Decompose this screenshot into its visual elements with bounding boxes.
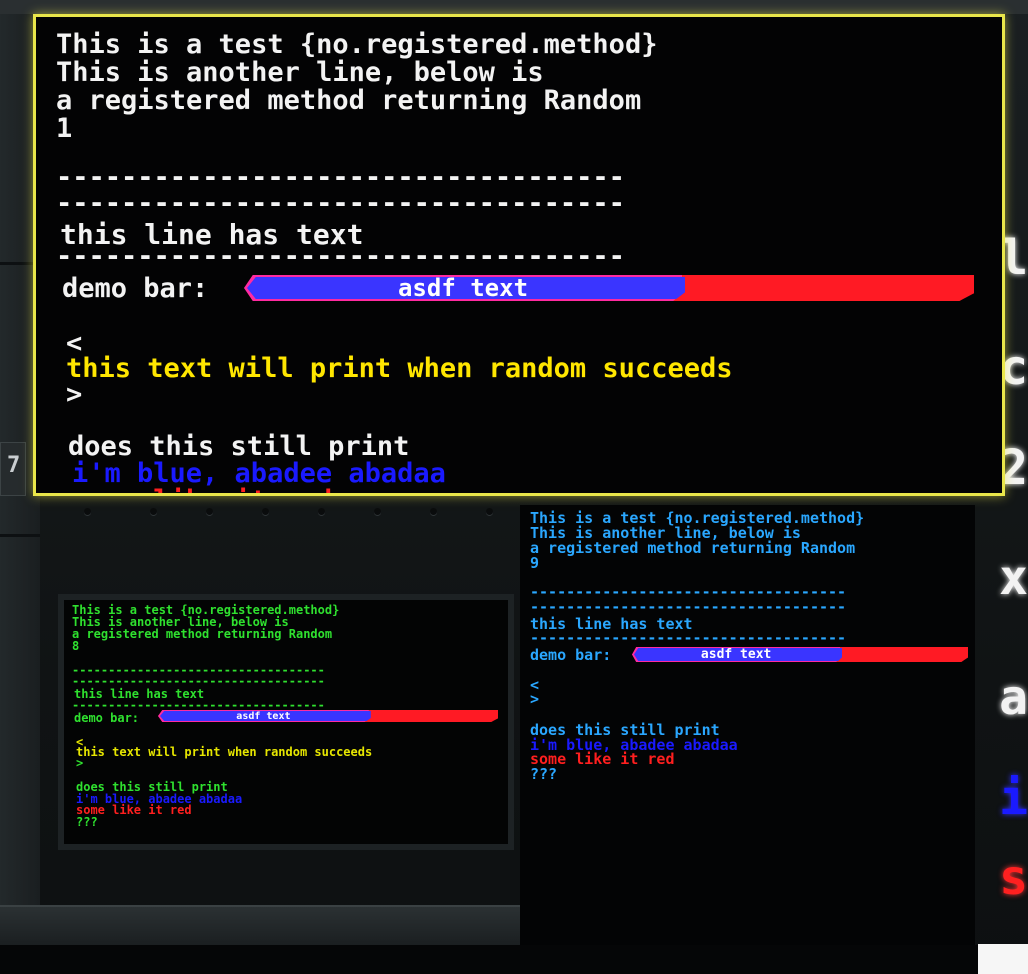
demo-bar-label: demo bar: — [530, 646, 612, 664]
dash-line: ----------------------------------- — [56, 241, 625, 272]
line-question: ??? — [76, 815, 98, 829]
line-registered: a registered method returning Random — [72, 627, 333, 641]
random-value: 8 — [72, 639, 80, 653]
wall-bottom-panel — [0, 905, 520, 947]
demo-bar-text: asdf text — [700, 647, 772, 662]
demo-bar-text: asdf text — [397, 274, 529, 302]
line-test: This is a test {no.registered.method} — [56, 29, 658, 60]
demo-bar-text: asdf text — [236, 710, 291, 722]
lcd-screen-small: This is a test {no.registered.method} Th… — [58, 594, 514, 850]
floor — [0, 945, 1028, 974]
rivet — [374, 508, 381, 515]
rivet — [486, 508, 493, 515]
gt-symbol: > — [66, 379, 83, 410]
random-success-line: this text will print when random succeed… — [66, 353, 733, 384]
rivet — [84, 508, 91, 515]
line-blue: i'm blue, abadee abadaa — [72, 458, 446, 489]
demo-bar: asdf text — [244, 274, 974, 302]
rivet — [262, 508, 269, 515]
wall-bracket: 7 — [0, 442, 26, 496]
dash-line: ----------------------------------- — [72, 674, 325, 688]
rivet — [206, 508, 213, 515]
dash-line: ----------------------------------- — [56, 188, 625, 219]
line-red: some like it red — [72, 487, 332, 493]
rivet — [150, 508, 157, 515]
gt-symbol: > — [76, 756, 84, 770]
line-still-print: does this still print — [68, 431, 410, 462]
line-question: ??? — [530, 765, 558, 783]
rivet — [430, 508, 437, 515]
demo-bar-label: demo bar: — [74, 711, 140, 725]
floor-light — [978, 944, 1028, 974]
demo-bar-label: demo bar: — [62, 273, 209, 304]
lcd-screen-main: This is a test {no.registered.method} Th… — [33, 14, 1005, 496]
random-value: 1 — [56, 113, 73, 144]
wall-top — [0, 0, 1028, 14]
demo-bar: asdf text — [158, 710, 498, 722]
line-registered: a registered method returning Random — [56, 85, 642, 116]
dash-line: ----------------------------------- — [530, 598, 847, 616]
random-success-line: this text will print when random succeed… — [76, 745, 373, 759]
line-another: This is another line, below is — [56, 57, 544, 88]
gt-symbol: > — [530, 690, 540, 708]
demo-bar: asdf text — [632, 647, 968, 662]
game-scene: 7 l c 2 x a i s This is a test {no.regis… — [0, 0, 1028, 974]
dash-line: ----------------------------------- — [56, 162, 625, 193]
dash-line: ----------------------------------- — [530, 629, 847, 647]
line-registered: a registered method returning Random — [530, 539, 856, 557]
random-value: 9 — [530, 554, 540, 572]
wall-seam — [0, 534, 40, 537]
rivet — [318, 508, 325, 515]
lcd-screen-right: This is a test {no.registered.method} Th… — [520, 505, 975, 945]
